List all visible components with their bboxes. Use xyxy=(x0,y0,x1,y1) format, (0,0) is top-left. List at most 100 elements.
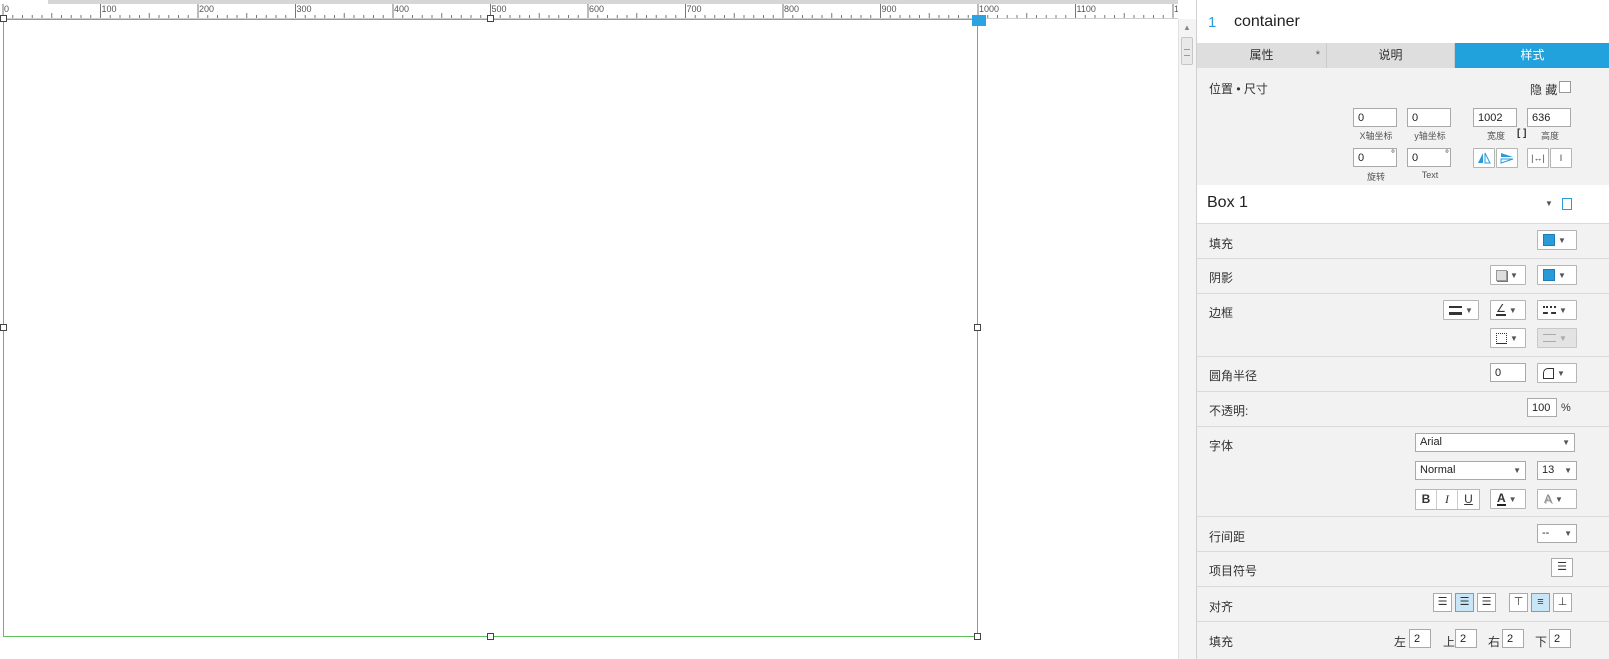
line-spacing-value: -- xyxy=(1542,527,1550,539)
divider xyxy=(1197,621,1609,622)
text-rotate-label: Text xyxy=(1421,170,1439,180)
design-canvas[interactable]: 0 100 200 300 400 500 600 700 800 900 1000 1100 1200… xyxy=(0,0,1196,659)
arrow-style-button[interactable]: ▼ xyxy=(1537,328,1577,348)
fit-width-button[interactable]: |↔| xyxy=(1527,148,1549,168)
chevron-down-icon: ▼ xyxy=(1557,368,1565,378)
position-size-label: 位置 • 尺寸 xyxy=(1209,82,1268,96)
border-label: 边框 xyxy=(1209,306,1234,320)
font-family-value: Arial xyxy=(1420,436,1443,448)
tab-properties[interactable]: 属性 * xyxy=(1197,43,1327,68)
fill-color-swatch-icon xyxy=(1543,234,1555,246)
scroll-up-arrow-icon[interactable]: ▲ xyxy=(1178,19,1196,35)
width-input[interactable] xyxy=(1473,108,1517,127)
tab-style[interactable]: 样式 xyxy=(1455,43,1609,68)
tab-notes[interactable]: 说明 xyxy=(1327,43,1455,68)
flip-vertical-icon xyxy=(1500,153,1514,164)
resize-handle-top-left[interactable] xyxy=(0,15,7,22)
height-input[interactable] xyxy=(1527,108,1571,127)
align-middle-button[interactable]: ≡ xyxy=(1531,593,1550,612)
opacity-unit: % xyxy=(1561,402,1571,414)
chevron-down-icon: ▼ xyxy=(1510,270,1518,280)
bullets-label: 项目符号 xyxy=(1209,564,1258,578)
align-center-button[interactable]: ☰ xyxy=(1455,593,1474,612)
resize-handle-top-right[interactable] xyxy=(972,15,986,26)
padding-left-label: 左 xyxy=(1394,635,1407,649)
align-right-button[interactable]: ☰ xyxy=(1477,593,1496,612)
border-thickness-button[interactable]: ▼ xyxy=(1443,300,1479,320)
align-label: 对齐 xyxy=(1209,600,1234,614)
chevron-down-icon: ▼ xyxy=(1559,305,1567,315)
flip-vertical-button[interactable] xyxy=(1496,148,1518,168)
bullet-list-button[interactable]: ☰ xyxy=(1551,558,1573,577)
tab-properties-label: 属性 xyxy=(1249,48,1274,62)
widget-name[interactable]: container xyxy=(1234,13,1300,31)
text-shadow-button[interactable]: A ▼ xyxy=(1537,489,1577,509)
align-bottom-button[interactable]: ⊥ xyxy=(1553,593,1572,612)
style-edit-icon[interactable] xyxy=(1562,198,1572,210)
padding-left-input[interactable] xyxy=(1409,629,1431,648)
border-color-button[interactable]: ∠ ▼ xyxy=(1490,300,1526,320)
chevron-down-icon: ▼ xyxy=(1510,333,1518,343)
align-top-button[interactable]: ⊤ xyxy=(1509,593,1528,612)
border-visibility-button[interactable]: ▼ xyxy=(1490,328,1526,348)
align-right-icon: ☰ xyxy=(1481,596,1492,608)
chevron-down-icon: ▼ xyxy=(1558,270,1566,280)
line-thickness-icon xyxy=(1449,305,1462,315)
corner-style-button[interactable]: ▼ xyxy=(1537,363,1577,383)
resize-handle-bottom[interactable] xyxy=(487,633,494,640)
resize-handle-bottom-right[interactable] xyxy=(974,633,981,640)
font-family-select[interactable]: Arial ▼ xyxy=(1415,433,1575,452)
align-center-icon: ☰ xyxy=(1459,596,1470,608)
lock-ratio-icon[interactable]: [ ] xyxy=(1517,128,1526,139)
fit-height-button[interactable]: I xyxy=(1550,148,1572,168)
padding-top-input[interactable] xyxy=(1455,629,1477,648)
chevron-down-icon: ▼ xyxy=(1513,466,1521,475)
outer-shadow-button[interactable]: ▼ xyxy=(1490,265,1526,285)
ruler-tick-label: 100 xyxy=(102,4,117,14)
corner-radius-input[interactable] xyxy=(1490,363,1526,382)
font-color-button[interactable]: A ▼ xyxy=(1490,489,1526,509)
tab-style-label: 样式 xyxy=(1520,48,1545,62)
divider xyxy=(1197,293,1609,294)
tab-notes-label: 说明 xyxy=(1378,48,1403,62)
bold-button[interactable]: B xyxy=(1416,490,1437,509)
y-coordinate-label: y轴坐标 xyxy=(1414,131,1446,141)
font-weight-select[interactable]: Normal ▼ xyxy=(1415,461,1526,480)
resize-handle-top[interactable] xyxy=(487,15,494,22)
fill-color-button[interactable]: ▼ xyxy=(1537,230,1577,250)
inner-shadow-button[interactable]: ▼ xyxy=(1537,265,1577,285)
italic-button[interactable]: I xyxy=(1437,490,1458,509)
flip-horizontal-icon xyxy=(1478,152,1491,164)
flip-horizontal-button[interactable] xyxy=(1473,148,1495,168)
align-bottom-icon: ⊥ xyxy=(1557,596,1568,608)
font-size-select[interactable]: 13 ▼ xyxy=(1537,461,1577,480)
padding-bottom-input[interactable] xyxy=(1549,629,1571,648)
style-name[interactable]: Box 1 xyxy=(1207,194,1248,212)
line-spacing-select[interactable]: -- ▼ xyxy=(1537,524,1577,543)
padding-right-input[interactable] xyxy=(1502,629,1524,648)
fill-label: 填充 xyxy=(1209,237,1234,251)
opacity-input[interactable] xyxy=(1527,398,1557,417)
text-rotate-degree: ° xyxy=(1445,149,1449,160)
border-pattern-button[interactable]: ▼ xyxy=(1537,300,1577,320)
hide-checkbox[interactable] xyxy=(1559,81,1571,93)
resize-handle-left[interactable] xyxy=(0,324,7,331)
resize-handle-right[interactable] xyxy=(974,324,981,331)
scrollbar-thumb[interactable] xyxy=(1181,37,1193,65)
style-dropdown-icon[interactable]: ▼ xyxy=(1545,199,1553,208)
chevron-down-icon: ▼ xyxy=(1555,494,1563,504)
ruler-tick-label: 700 xyxy=(687,4,702,14)
x-coordinate-input[interactable] xyxy=(1353,108,1397,127)
ruler-tick-label: 400 xyxy=(394,4,409,14)
height-label: 高度 xyxy=(1540,131,1559,141)
vertical-scrollbar[interactable] xyxy=(1178,19,1196,659)
border-visibility-icon xyxy=(1496,332,1507,344)
underline-button[interactable]: U xyxy=(1458,490,1479,509)
chevron-down-icon: ▼ xyxy=(1508,494,1517,504)
y-coordinate-input[interactable] xyxy=(1407,108,1451,127)
container-widget[interactable] xyxy=(3,19,978,637)
pen-icon: ∠ xyxy=(1496,303,1506,316)
divider xyxy=(1197,586,1609,587)
align-left-button[interactable]: ☰ xyxy=(1433,593,1452,612)
width-label: 宽度 xyxy=(1486,131,1505,141)
